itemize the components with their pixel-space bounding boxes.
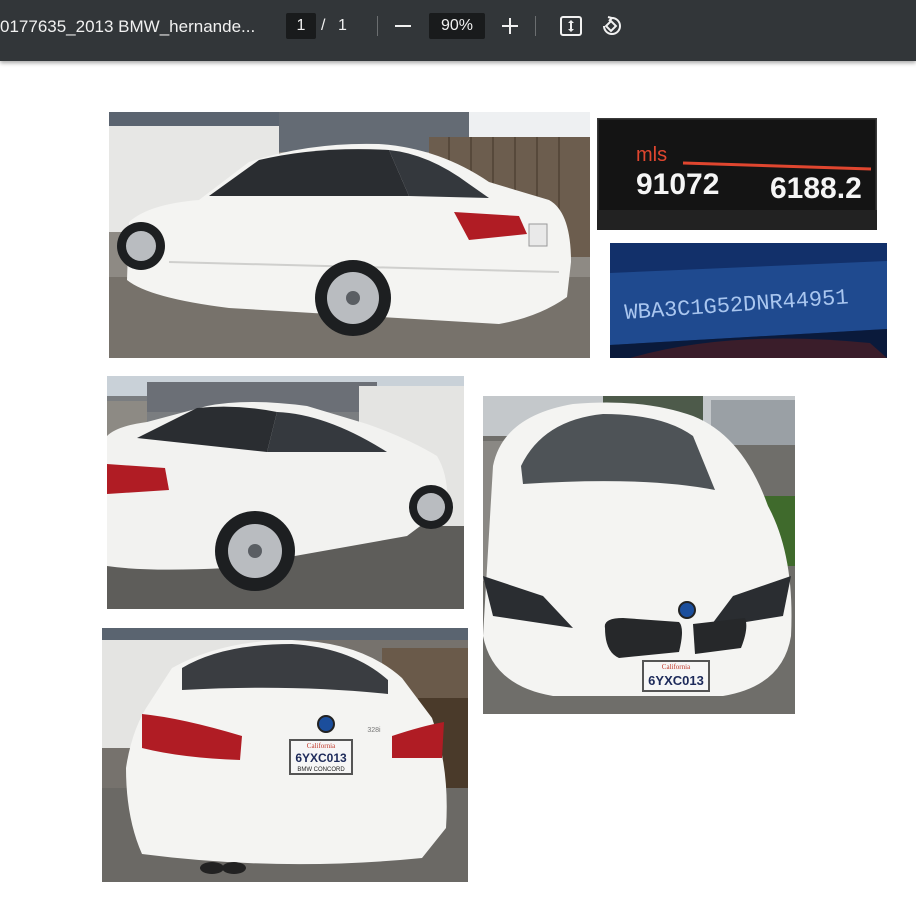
car-photo-rear: 328i California 6YXC013 BMW CONCORD bbox=[102, 628, 468, 882]
fit-to-page-button[interactable] bbox=[557, 12, 585, 40]
odometer-range: 6188.2 bbox=[770, 172, 862, 205]
pdf-toolbar: 0177635_2013 BMW_hernande... 1 / 1 90% bbox=[0, 0, 916, 61]
odometer-trip: 91072 bbox=[636, 168, 719, 201]
car-photo-front: California 6YXC013 bbox=[483, 396, 795, 714]
page-total: 1 bbox=[338, 17, 347, 34]
toolbar-divider bbox=[535, 16, 536, 36]
odometer-photo: mls 91072 6188.2 bbox=[597, 118, 877, 230]
front-plate-number: 6YXC013 bbox=[648, 673, 704, 688]
pdf-page: mls 91072 6188.2 WBA3C1G52DNR44951 Calif… bbox=[0, 61, 916, 902]
plus-icon bbox=[502, 18, 518, 34]
front-plate-state: California bbox=[662, 663, 691, 671]
vin-plate-photo: WBA3C1G52DNR44951 bbox=[610, 243, 887, 358]
rotate-button[interactable] bbox=[597, 12, 625, 40]
car-photo-rear-right bbox=[107, 376, 464, 609]
page-separator: / bbox=[321, 17, 326, 34]
rear-plate-frame: BMW CONCORD bbox=[297, 767, 345, 773]
zoom-in-button[interactable] bbox=[496, 12, 524, 40]
rotate-icon bbox=[603, 16, 621, 35]
rear-badge: 328i bbox=[367, 727, 381, 734]
zoom-level-input[interactable]: 90% bbox=[429, 13, 485, 39]
rear-plate-number: 6YXC013 bbox=[295, 751, 347, 765]
document-title: 0177635_2013 BMW_hernande... bbox=[0, 17, 256, 36]
odometer-unit: mls bbox=[636, 144, 667, 166]
fit-to-page-icon bbox=[560, 16, 582, 36]
page-number-input[interactable]: 1 bbox=[286, 13, 316, 39]
zoom-out-button[interactable] bbox=[389, 12, 417, 40]
toolbar-divider bbox=[377, 16, 378, 36]
minus-icon bbox=[395, 25, 411, 27]
car-photo-rear-left bbox=[109, 112, 590, 358]
rear-plate-state: California bbox=[307, 742, 336, 750]
